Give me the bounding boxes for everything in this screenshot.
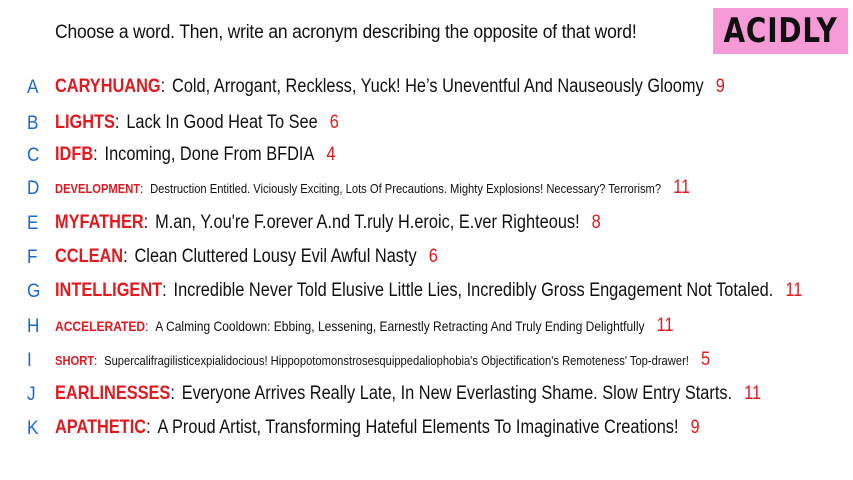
entry-letter-count: 9 <box>715 76 725 97</box>
entry-letter: I <box>27 350 32 371</box>
entry-row: EARLINESSES: Everyone Arrives Really Late… <box>55 383 761 405</box>
entry-colon: : <box>94 353 98 368</box>
entry-word: SHORT <box>55 353 95 368</box>
entry-row: IDFB: Incoming, Done From BFDIA 4 <box>55 144 335 166</box>
entry-row: APATHETIC: A Proud Artist, Transforming H… <box>55 417 700 439</box>
entry-letter: F <box>27 247 38 268</box>
entry-letter-count: 11 <box>744 383 762 404</box>
entry-word: ACCELERATED <box>55 318 146 334</box>
entry-acronym: Cold, Arrogant, Reckless, Yuck! He’s Une… <box>172 76 704 97</box>
entry-word: CARYHUANG <box>55 76 161 97</box>
entry-acronym: Everyone Arrives Really Late, In New Eve… <box>181 383 733 404</box>
entry-row: LIGHTS: Lack In Good Heat To See 6 <box>55 112 339 134</box>
entry-letter-count: 4 <box>326 144 336 165</box>
entry-word: INTELLIGENT <box>55 280 163 301</box>
entry-colon: : <box>146 417 151 438</box>
entry-colon: : <box>114 112 120 133</box>
entry-acronym: Lack In Good Heat To See <box>126 112 318 133</box>
entry-letter: G <box>27 281 41 302</box>
entry-colon: : <box>93 144 98 165</box>
entry-acronym: Incoming, Done From BFDIA <box>104 144 315 165</box>
prompt-text: Choose a word. Then, write an acronym de… <box>55 22 637 43</box>
entry-acronym: M.an, Y.ou're F.orever A.nd T.ruly H.ero… <box>155 212 580 233</box>
entry-letter-count: 6 <box>329 112 339 133</box>
entry-word: LIGHTS <box>55 112 115 133</box>
entry-word: APATHETIC <box>55 417 147 438</box>
entry-row: SHORT: Supercalifragilisticexpialidocious… <box>55 349 710 371</box>
entry-letter-count: 5 <box>700 349 711 370</box>
entry-letter: H <box>27 316 40 337</box>
entry-letter-count: 11 <box>656 315 674 336</box>
answer-badge: ACIDLY <box>713 8 848 54</box>
entry-letter: B <box>27 113 39 134</box>
entry-word: CCLEAN <box>55 246 124 267</box>
entry-acronym: Destruction Entitled. Viciously Exciting… <box>150 181 662 196</box>
entry-letter-count: 8 <box>591 212 601 233</box>
entry-acronym: A Calming Cooldown: Ebbing, Lessening, E… <box>155 318 645 334</box>
entry-colon: : <box>162 280 167 301</box>
entry-row: ACCELERATED: A Calming Cooldown: Ebbing, … <box>55 315 674 337</box>
entry-word: DEVELOPMENT <box>55 181 141 196</box>
entry-letter-count: 11 <box>673 177 691 198</box>
entry-colon: : <box>143 212 149 233</box>
entry-acronym: A Proud Artist, Transforming Hateful Ele… <box>157 417 679 438</box>
entry-colon: : <box>160 76 166 97</box>
entry-acronym: Supercalifragilisticexpialidocious! Hipp… <box>104 353 689 368</box>
entry-word: MYFATHER <box>55 212 144 233</box>
entry-word: EARLINESSES <box>55 383 171 404</box>
entry-colon: : <box>145 318 149 334</box>
entry-letter: K <box>27 418 39 439</box>
entry-letter-count: 9 <box>690 417 700 438</box>
entry-acronym: Clean Cluttered Lousy Evil Awful Nasty <box>134 246 417 267</box>
entry-row: CCLEAN: Clean Cluttered Lousy Evil Awful … <box>55 246 438 268</box>
entry-letter: J <box>27 384 36 405</box>
entry-row: CARYHUANG: Cold, Arrogant, Reckless, Yuck… <box>55 76 725 98</box>
entry-letter: D <box>27 178 40 199</box>
entry-row: DEVELOPMENT: Destruction Entitled. Viciou… <box>55 177 690 199</box>
entry-colon: : <box>123 246 128 267</box>
entry-letter-count: 6 <box>428 246 438 267</box>
entry-row: MYFATHER: M.an, Y.ou're F.orever A.nd T.r… <box>55 212 601 234</box>
entry-letter: C <box>27 145 40 166</box>
entry-acronym: Incredible Never Told Elusive Little Lie… <box>173 280 774 301</box>
entry-colon: : <box>140 181 144 196</box>
entry-colon: : <box>170 383 175 404</box>
entry-row: INTELLIGENT: Incredible Never Told Elusiv… <box>55 280 802 302</box>
answer-badge-text: ACIDLY <box>723 11 838 51</box>
entry-letter-count: 11 <box>785 280 803 301</box>
entry-letter: A <box>27 77 39 98</box>
entry-word: IDFB <box>55 144 94 165</box>
entry-letter: E <box>27 213 39 234</box>
